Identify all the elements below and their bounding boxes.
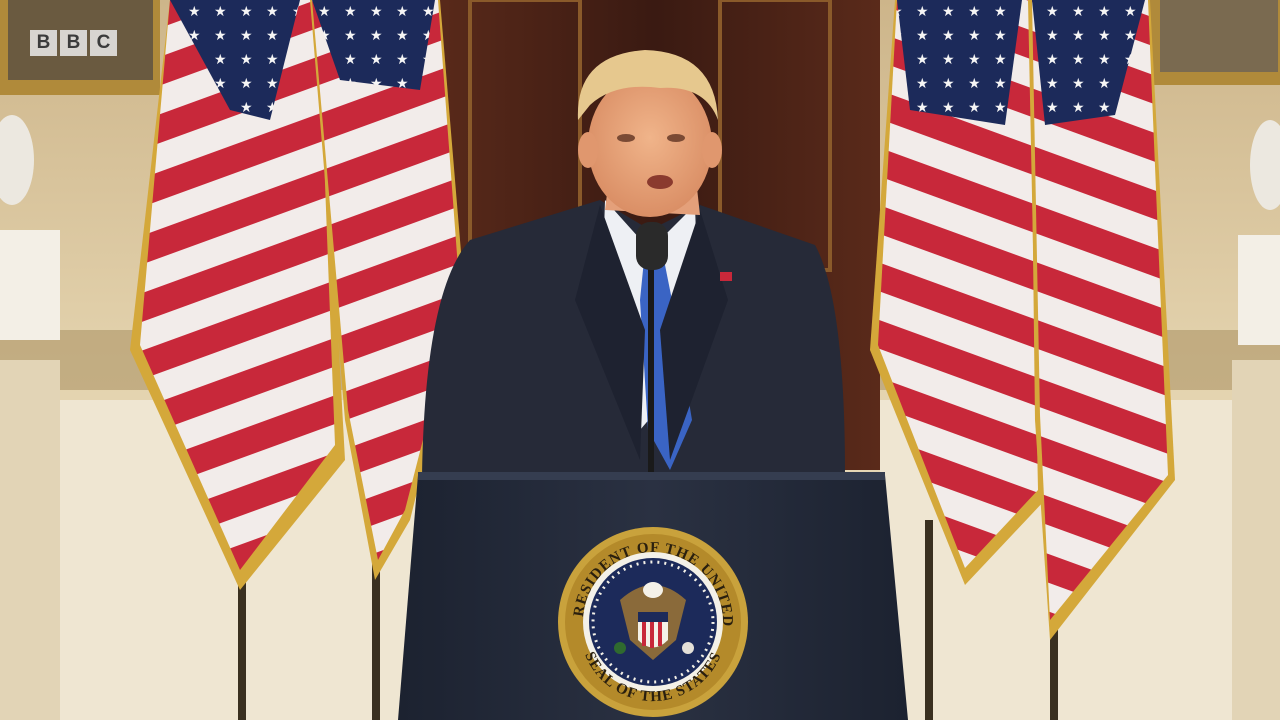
- mouth: [647, 175, 673, 189]
- flag-pole-3: [925, 520, 933, 720]
- video-frame: ★: [0, 0, 1280, 720]
- bbc-logo-letter: B: [60, 30, 87, 56]
- bbc-logo: B B C: [30, 30, 117, 56]
- face: [588, 73, 712, 217]
- flag-pin: [720, 272, 732, 281]
- bbc-logo-letter: B: [30, 30, 57, 56]
- press-briefing-scene: ★: [0, 0, 1280, 720]
- bbc-logo-letter: C: [90, 30, 117, 56]
